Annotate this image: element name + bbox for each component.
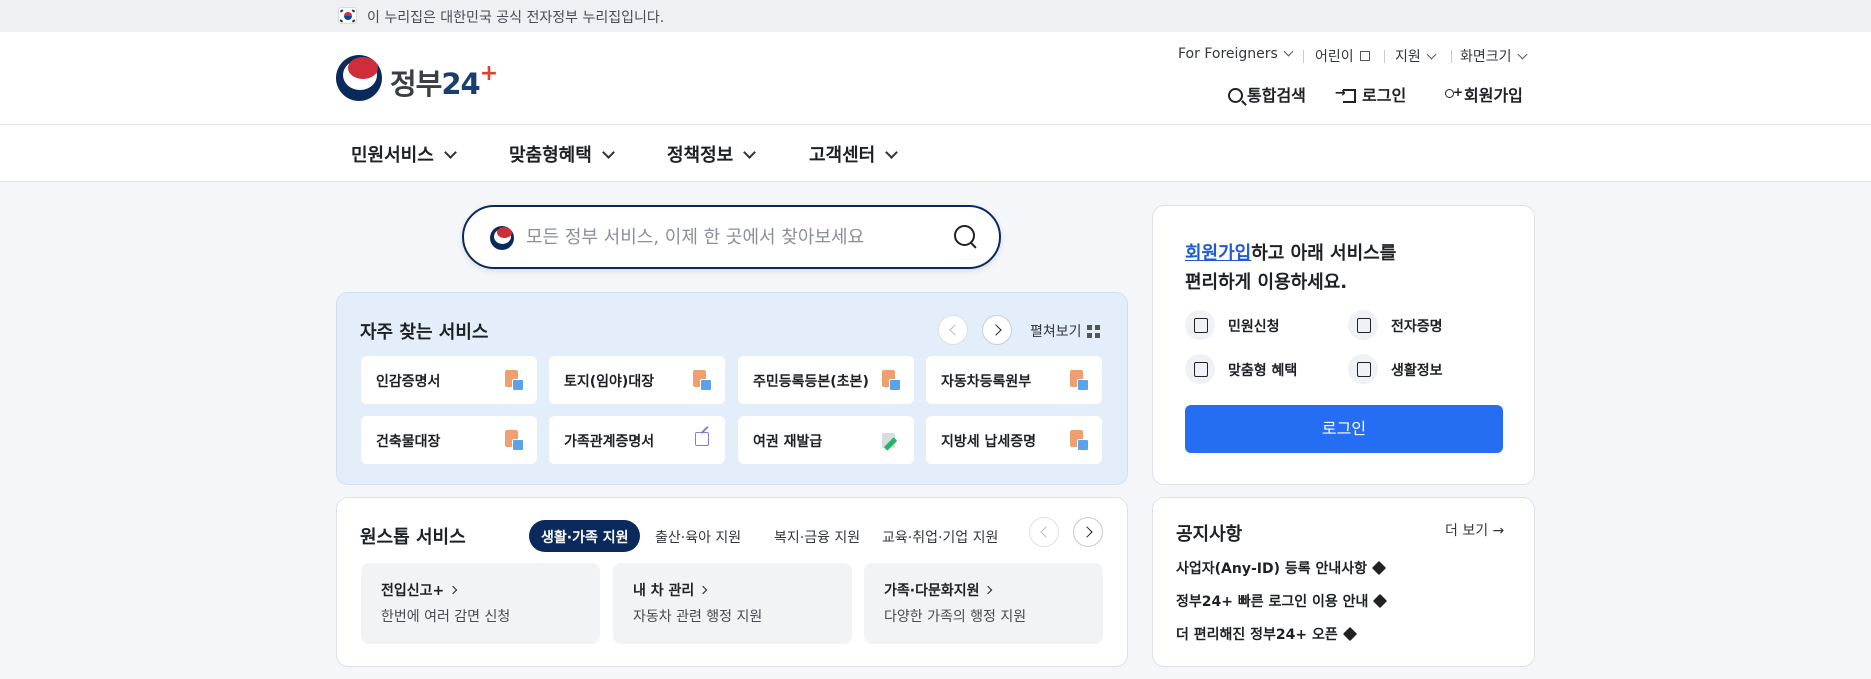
- login-icon: [1335, 86, 1356, 103]
- search-icon[interactable]: [954, 225, 978, 249]
- divider: [1303, 50, 1304, 63]
- search-icon: [1228, 88, 1243, 103]
- tab-life-family[interactable]: 생활·가족 지원: [529, 520, 641, 552]
- onestop-card[interactable]: 내 차 관리 자동차 관련 행정 지원: [613, 563, 852, 644]
- onestop-title: 원스톱 서비스: [360, 527, 466, 548]
- login-link[interactable]: 로그인: [1335, 82, 1406, 106]
- chevron-down-icon: [601, 146, 615, 159]
- main-search-box: [462, 205, 1001, 269]
- chevron-right-icon: [699, 585, 708, 595]
- header: 정부24+ For Foreigners 어린이 지원 화면크기 통합검색 로그…: [0, 32, 1871, 125]
- pin-icon: [1371, 560, 1387, 576]
- grid-icon: [1086, 325, 1100, 338]
- nav-civil-services[interactable]: 민원서비스: [351, 141, 457, 167]
- user-plus-icon: [1443, 85, 1463, 103]
- service-tile[interactable]: 지방세 납세증명: [926, 416, 1102, 464]
- chevron-right-icon: [1081, 526, 1093, 538]
- support-menu[interactable]: 지원: [1395, 46, 1437, 66]
- tab-education-jobs[interactable]: 교육·취업·기업 지원: [870, 520, 1010, 552]
- quick-custom-benefits[interactable]: 맞춤형 혜택: [1228, 360, 1297, 380]
- chevron-down-icon: [885, 146, 899, 159]
- chevron-down-icon: [443, 146, 457, 159]
- certificate-icon: [1348, 310, 1378, 340]
- document-icon: [1070, 430, 1089, 451]
- notice-panel: 공지사항 더 보기 → 사업자(Any-ID) 등록 안내사항 정부24+ 빠른…: [1152, 497, 1535, 667]
- gov-banner: 이 누리집은 대한민국 공식 전자정부 누리집입니다.: [0, 0, 1871, 32]
- main-navigation: 민원서비스 맞춤형혜택 정책정보 고객센터: [0, 125, 1871, 182]
- chevron-left-icon: [1040, 526, 1052, 538]
- nav-customer-center[interactable]: 고객센터: [809, 141, 899, 167]
- notice-item[interactable]: 사업자(Any-ID) 등록 안내사항: [1176, 558, 1387, 578]
- kids-link[interactable]: 어린이: [1315, 46, 1370, 66]
- logo-wordmark: 정부24+: [390, 61, 498, 101]
- service-tile[interactable]: 여권 재발급: [738, 416, 914, 464]
- chevron-right-icon: [990, 324, 1002, 336]
- envelope-icon: [1185, 310, 1215, 340]
- next-button[interactable]: [1073, 517, 1103, 547]
- main-search-input[interactable]: [526, 223, 926, 251]
- notice-item[interactable]: 더 편리해진 정부24+ 오픈: [1176, 624, 1357, 644]
- chevron-left-icon: [949, 324, 961, 336]
- frequent-services-title: 자주 찾는 서비스: [360, 322, 489, 343]
- for-foreigners-menu[interactable]: For Foreigners: [1178, 46, 1294, 62]
- notice-item[interactable]: 정부24+ 빠른 로그인 이용 안내: [1176, 591, 1388, 611]
- pin-icon: [1373, 593, 1388, 609]
- integrated-search-button[interactable]: 통합검색: [1228, 82, 1306, 106]
- prev-button[interactable]: [938, 315, 968, 345]
- tab-welfare-finance[interactable]: 복지·금융 지원: [762, 520, 872, 552]
- document-icon: [505, 430, 524, 451]
- external-link-icon: [695, 432, 709, 446]
- gift-icon: [1185, 354, 1215, 384]
- chevron-down-icon: [1517, 49, 1527, 60]
- signup-link[interactable]: 회원가입: [1443, 82, 1523, 106]
- gov-banner-text: 이 누리집은 대한민국 공식 전자정부 누리집입니다.: [367, 10, 665, 26]
- external-link-icon: [1359, 51, 1370, 61]
- taegeuk-logo-icon: [336, 55, 382, 101]
- nav-policy-info[interactable]: 정책정보: [667, 141, 757, 167]
- service-tile[interactable]: 주민등록등본(초본): [738, 356, 914, 404]
- pin-icon: [1342, 626, 1357, 642]
- login-panel: 회원가입하고 아래 서비스를 편리하게 이용하세요. 민원신청 전자증명 맞춤형…: [1152, 205, 1535, 485]
- next-button[interactable]: [982, 315, 1012, 345]
- chevron-right-icon: [449, 585, 458, 595]
- quick-life-info[interactable]: 생활정보: [1391, 360, 1443, 380]
- prev-button[interactable]: [1029, 517, 1059, 547]
- service-tile[interactable]: 건축물대장: [361, 416, 537, 464]
- signup-inline-link[interactable]: 회원가입: [1185, 243, 1251, 264]
- chevron-down-icon: [1426, 49, 1437, 60]
- document-icon: [505, 370, 524, 391]
- bookmark-icon: [1348, 354, 1378, 384]
- divider: [1451, 50, 1452, 63]
- screen-size-menu[interactable]: 화면크기: [1460, 46, 1527, 66]
- service-tile[interactable]: 가족관계증명서: [549, 416, 725, 464]
- document-icon: [693, 370, 712, 391]
- service-tile[interactable]: 토지(임야)대장: [549, 356, 725, 404]
- tab-birth-childcare[interactable]: 출산·육아 지원: [643, 520, 753, 552]
- chevron-down-icon: [1283, 46, 1294, 57]
- onestop-card[interactable]: 가족·다문화지원 다양한 가족의 행정 지원: [864, 563, 1103, 644]
- divider: [1384, 50, 1385, 63]
- expand-button[interactable]: 펼쳐보기: [1030, 321, 1100, 341]
- login-panel-message: 회원가입하고 아래 서비스를 편리하게 이용하세요.: [1185, 243, 1397, 293]
- service-tile[interactable]: 인감증명서: [361, 356, 537, 404]
- onestop-services-panel: 원스톱 서비스 생활·가족 지원 출산·육아 지원 복지·금융 지원 교육·취업…: [336, 497, 1128, 667]
- edit-icon: [882, 431, 899, 448]
- frequent-services-panel: 자주 찾는 서비스 펼쳐보기 인감증명서 토지(임야)대장 주민등록등본(초본)…: [336, 292, 1128, 485]
- chevron-right-icon: [984, 585, 993, 595]
- document-icon: [882, 370, 901, 391]
- document-icon: [1070, 370, 1089, 391]
- korea-flag-icon: [338, 7, 357, 24]
- quick-e-certificate[interactable]: 전자증명: [1391, 316, 1443, 336]
- service-tile[interactable]: 자동차등록원부: [926, 356, 1102, 404]
- notice-more-link[interactable]: 더 보기 →: [1445, 520, 1504, 540]
- nav-custom-benefits[interactable]: 맞춤형혜택: [509, 141, 615, 167]
- onestop-card[interactable]: 전입신고+ 한번에 여러 감면 신청: [361, 563, 600, 644]
- notice-title: 공지사항: [1176, 524, 1243, 545]
- taegeuk-logo-icon: [490, 226, 514, 250]
- login-button[interactable]: 로그인: [1185, 405, 1503, 453]
- chevron-down-icon: [743, 146, 757, 159]
- quick-civil-application[interactable]: 민원신청: [1228, 316, 1280, 336]
